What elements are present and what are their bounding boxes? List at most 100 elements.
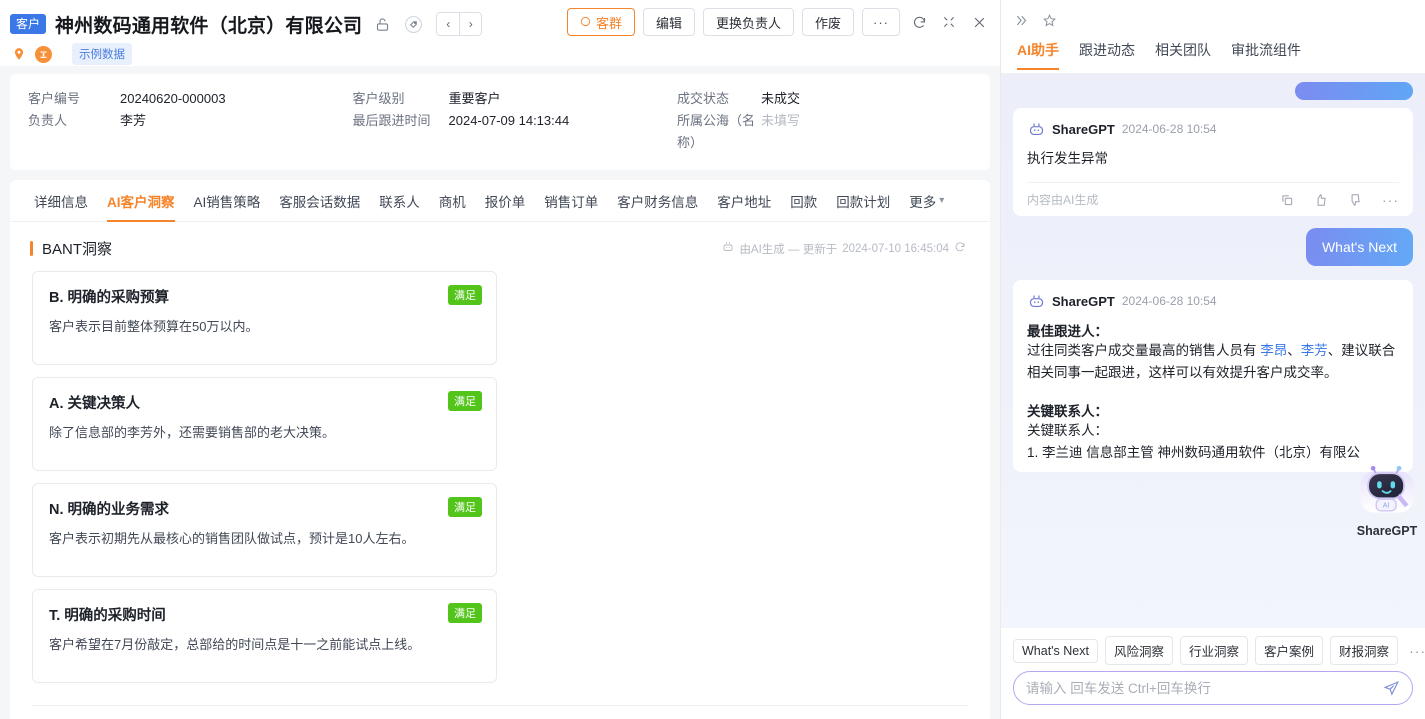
- tab-customer-finance-info[interactable]: 客户财务信息: [617, 180, 698, 222]
- person-link-liang[interactable]: 李昂: [1260, 343, 1287, 358]
- bant-section-meta: 由AI生成 — 更新于 2024-07-10 16:45:04: [722, 241, 966, 257]
- void-button[interactable]: 作废: [801, 8, 854, 36]
- chat-message-rich-body: 最佳跟进人： 过往同类客户成交量最高的销售人员有 李昂、李芳、建议联合相关同事一…: [1027, 320, 1399, 464]
- sharegpt-floating-widget[interactable]: AI ShareGPT: [1351, 465, 1423, 538]
- tag-icon[interactable]: [402, 13, 424, 35]
- demo-data-tag: 示例数据: [72, 43, 132, 65]
- bot-avatar-icon: [1027, 120, 1045, 138]
- quick-chip-more-button[interactable]: ···: [1405, 643, 1425, 659]
- field-last-followup-time: 最后跟进时间 2024-07-09 14:13:44: [353, 110, 678, 132]
- collapse-icon[interactable]: [938, 11, 960, 33]
- info-row-2: 负责人 李芳 最后跟进时间 2024-07-09 14:13:44 所属公海（名…: [28, 110, 972, 150]
- record-subtitle-row: 示例数据: [10, 42, 1000, 66]
- best-followup-paragraph: 过往同类客户成交量最高的销售人员有 李昂、李芳、建议联合相关同事一起跟进，这样可…: [1027, 340, 1399, 384]
- customer-group-button[interactable]: 客群: [566, 8, 635, 36]
- status-badge: 满足: [448, 497, 482, 517]
- right-panel: AI助手 跟进动态 相关团队 审批流组件 ShareGPT 2024-06-28…: [1000, 0, 1425, 719]
- chat-message-user-1: What's Next: [1305, 228, 1413, 266]
- bant-card-body: 客户希望在7月份敲定，总部给的时间点是十一之前能试点上线。: [49, 637, 421, 652]
- tab-detail-info[interactable]: 详细信息: [34, 180, 88, 222]
- bant-card-title: A. 关键决策人: [49, 396, 141, 412]
- header-toolbar: 客群 编辑 更换负责人 作废 ···: [566, 8, 990, 36]
- tab-opportunity[interactable]: 商机: [439, 180, 466, 222]
- chat-message-list[interactable]: ShareGPT 2024-06-28 10:54 执行发生异常 内容由AI生成: [1001, 74, 1425, 628]
- chat-composer: [1001, 671, 1425, 719]
- tab-ai-customer-insight[interactable]: AI客户洞察: [107, 180, 175, 222]
- change-owner-button[interactable]: 更换负责人: [702, 8, 794, 36]
- detail-scroll-body[interactable]: BANT洞察 由AI生成 — 更新于 2024-07-10 16:45:04 B…: [10, 222, 990, 719]
- right-tab-approval-flow[interactable]: 审批流组件: [1231, 40, 1301, 70]
- refresh-icon[interactable]: [908, 11, 930, 33]
- record-type-badge: 客户: [10, 14, 47, 34]
- field-value: 未成交: [761, 91, 801, 106]
- close-icon[interactable]: [968, 11, 990, 33]
- status-badge: 满足: [448, 391, 482, 411]
- bant-meta-prefix: 由AI生成 — 更新于: [739, 243, 838, 256]
- thumbs-up-icon[interactable]: [1314, 193, 1328, 207]
- expand-right-icon[interactable]: [1013, 13, 1028, 28]
- quick-chip-industry-insight[interactable]: 行业洞察: [1180, 636, 1249, 665]
- ai-robot-icon: [722, 241, 734, 256]
- bant-card-grid: B. 明确的采购预算 满足 客户表示目前整体预算在50万以内。 A. 关键决策人…: [10, 267, 990, 683]
- field-value: 重要客户: [448, 91, 501, 106]
- quick-chip-risk-insight[interactable]: 风险洞察: [1105, 636, 1174, 665]
- section-accent-bar: [30, 241, 33, 256]
- chat-sender-name: ShareGPT: [1052, 121, 1115, 137]
- bant-card-body: 客户表示目前整体预算在50万以内。: [49, 319, 259, 334]
- unlock-icon[interactable]: [371, 13, 393, 35]
- key-contacts-heading: 关键联系人：: [1027, 404, 1108, 419]
- field-value: 2024-07-09 14:13:44: [448, 113, 570, 128]
- right-tab-ai-assistant[interactable]: AI助手: [1017, 40, 1059, 70]
- field-owner: 负责人 李芳: [28, 110, 353, 132]
- tab-sales-order[interactable]: 销售订单: [544, 180, 598, 222]
- send-icon[interactable]: [1383, 680, 1400, 697]
- ai-robot-avatar-icon: AI: [1360, 465, 1414, 513]
- bant-card-title: T. 明确的采购时间: [49, 608, 166, 624]
- tab-quotation[interactable]: 报价单: [485, 180, 526, 222]
- chat-message-footer: 内容由AI生成 ···: [1027, 182, 1399, 216]
- quick-chip-customer-case[interactable]: 客户案例: [1255, 636, 1324, 665]
- next-record-button[interactable]: ›: [459, 13, 482, 35]
- person-link-lifang[interactable]: 李芳: [1301, 343, 1328, 358]
- chat-timestamp: 2024-06-28 10:54: [1121, 294, 1217, 308]
- edit-button[interactable]: 编辑: [642, 8, 695, 36]
- chat-input[interactable]: [1026, 680, 1383, 696]
- field-label: 客户编号: [28, 91, 81, 106]
- best-followup-heading: 最佳跟进人：: [1027, 324, 1108, 339]
- tab-payment[interactable]: 回款: [790, 180, 817, 222]
- prev-record-button[interactable]: ‹: [437, 13, 460, 35]
- finance-section-header: 财报洞察 由AI生成 — 更新于 2024-07-03 10:36:56: [10, 706, 990, 719]
- para-sep: 、: [1287, 343, 1301, 358]
- copy-icon[interactable]: [1280, 193, 1294, 207]
- field-customer-number: 客户编号 20240620-000003: [28, 88, 353, 110]
- right-tab-followup[interactable]: 跟进动态: [1079, 40, 1135, 70]
- bant-meta-time: 2024-07-10 16:45:04: [842, 242, 949, 255]
- location-marker-icon[interactable]: [10, 46, 27, 63]
- chat-timestamp: 2024-06-28 10:54: [1121, 122, 1217, 136]
- bant-refresh-icon[interactable]: [954, 241, 966, 256]
- tab-more[interactable]: 更多 ▾: [909, 180, 944, 222]
- bant-card-need: N. 明确的业务需求 满足 客户表示初期先从最核心的销售团队做试点，预计是10人…: [32, 483, 497, 577]
- field-value: 20240620-000003: [120, 91, 226, 106]
- field-value: 未填写: [761, 113, 801, 128]
- right-tab-related-team[interactable]: 相关团队: [1155, 40, 1211, 70]
- chat-input-box[interactable]: [1013, 671, 1413, 705]
- tab-ai-sales-strategy[interactable]: AI销售策略: [194, 180, 261, 222]
- tab-payment-plan[interactable]: 回款计划: [836, 180, 890, 222]
- bant-section-title: BANT洞察: [42, 241, 113, 258]
- tab-service-conversation-data[interactable]: 客服会话数据: [279, 180, 360, 222]
- bant-section-header: BANT洞察 由AI生成 — 更新于 2024-07-10 16:45:04: [10, 222, 990, 267]
- company-avatar-icon[interactable]: [35, 45, 52, 63]
- more-actions-button[interactable]: ···: [862, 8, 900, 36]
- tab-more-label: 更多: [909, 194, 937, 210]
- tab-contacts[interactable]: 联系人: [379, 180, 420, 222]
- star-icon[interactable]: [1042, 13, 1057, 28]
- quick-chip-whats-next[interactable]: What's Next: [1013, 638, 1098, 663]
- more-icon[interactable]: ···: [1382, 193, 1399, 207]
- chat-message-header: ShareGPT 2024-06-28 10:54: [1027, 292, 1399, 310]
- left-column: 客户 神州数码通用软件（北京）有限公司 ‹ › 示例数据 客群 编辑 更换负责人…: [0, 0, 1000, 719]
- quick-chip-finance-insight[interactable]: 财报洞察: [1330, 636, 1399, 665]
- thumbs-down-icon[interactable]: [1348, 193, 1362, 207]
- tab-customer-address[interactable]: 客户地址: [717, 180, 771, 222]
